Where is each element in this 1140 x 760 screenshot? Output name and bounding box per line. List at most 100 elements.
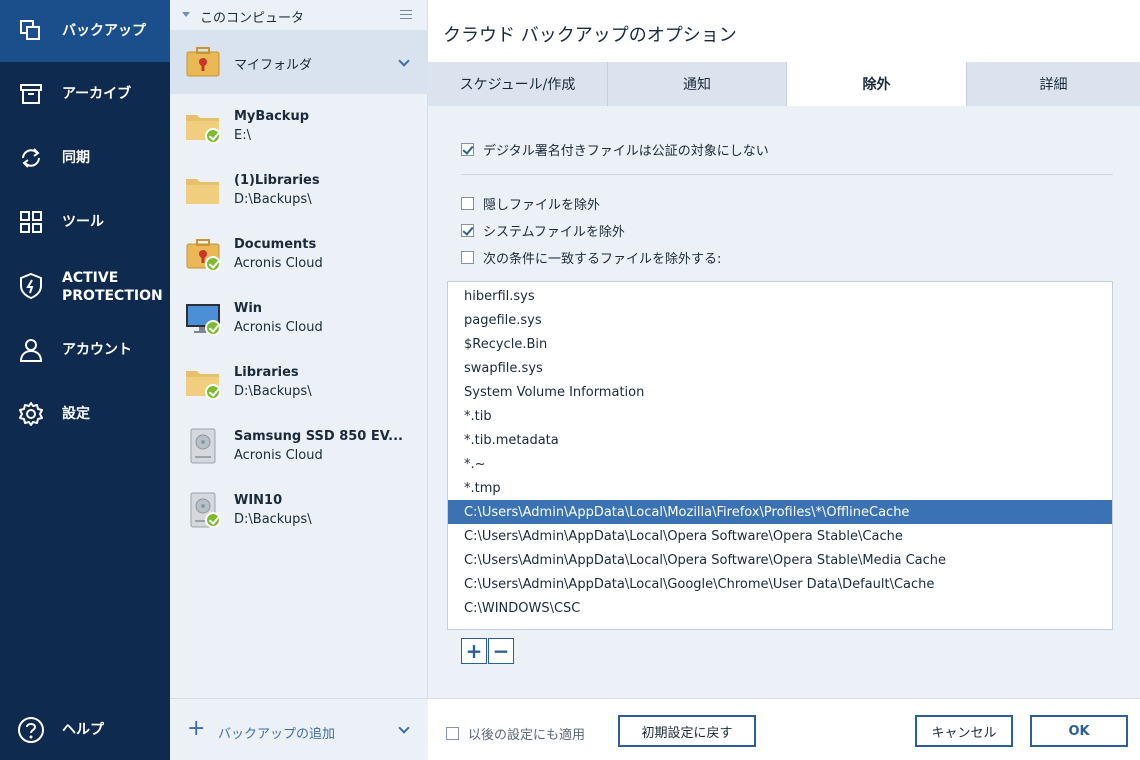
add-exclusion-button[interactable]: + xyxy=(461,638,487,664)
disk-icon xyxy=(185,492,221,528)
nav-label: 同期 xyxy=(62,150,90,166)
nav-item-backup[interactable]: バックアップ xyxy=(0,0,170,62)
nav-item-account[interactable]: アカウント xyxy=(0,319,170,381)
divider xyxy=(461,174,1113,175)
list-item[interactable]: pagefile.sys xyxy=(448,308,1112,332)
backup-item[interactable]: Samsung SSD 850 EV... Acronis Cloud xyxy=(170,414,428,478)
list-item[interactable]: C:\Users\Admin\AppData\Local\Opera Softw… xyxy=(448,548,1112,572)
ok-button[interactable]: OK xyxy=(1030,715,1128,747)
nav-label: ツール xyxy=(62,214,104,230)
tab-notifications[interactable]: 通知 xyxy=(608,62,787,106)
nav-label: バックアップ xyxy=(62,23,146,39)
tab-advanced[interactable]: 詳細 xyxy=(967,62,1140,106)
briefcase-icon xyxy=(185,44,221,80)
list-item[interactable]: *.~ xyxy=(448,452,1112,476)
backup-item[interactable]: Libraries D:\Backups\ xyxy=(170,350,428,414)
list-item[interactable]: *.tib xyxy=(448,404,1112,428)
collapse-triangle-icon[interactable] xyxy=(182,12,190,17)
backup-item[interactable]: WIN10 D:\Backups\ xyxy=(170,478,428,542)
list-item[interactable]: *.tib.metadata xyxy=(448,428,1112,452)
exclude-hidden-option[interactable]: 隠しファイルを除外 xyxy=(461,194,600,213)
tab-exclusions[interactable]: 除外 xyxy=(787,62,967,106)
nav-item-archive[interactable]: アーカイブ xyxy=(0,63,170,125)
digital-signed-checkbox[interactable] xyxy=(461,143,474,156)
list-item[interactable]: swapfile.sys xyxy=(448,356,1112,380)
exclude-system-checkbox[interactable] xyxy=(461,224,474,237)
options-tabs: スケジュール/作成 通知 除外 詳細 xyxy=(428,62,1140,106)
monitor-icon xyxy=(185,300,221,336)
nav-label: アーカイブ xyxy=(62,86,132,102)
backup-location: Acronis Cloud xyxy=(234,448,323,463)
gear-icon xyxy=(17,400,45,428)
backup-location: D:\Backups\ xyxy=(234,512,312,527)
backup-location: D:\Backups\ xyxy=(234,384,312,399)
add-backup-label: バックアップの追加 xyxy=(218,727,336,742)
list-item[interactable]: *.tmp xyxy=(448,476,1112,500)
apply-future-label: 以後の設定にも適用 xyxy=(468,728,586,743)
backup-item[interactable]: マイフォルダ xyxy=(170,30,428,94)
apply-future-checkbox[interactable] xyxy=(446,727,459,740)
backup-name: Documents xyxy=(234,237,317,252)
list-item[interactable]: C:\Users\Admin\AppData\Local\Opera Softw… xyxy=(448,524,1112,548)
apply-future-option[interactable]: 以後の設定にも適用 xyxy=(446,724,585,743)
exclude-criteria-checkbox[interactable] xyxy=(461,251,474,264)
backup-name: MyBackup xyxy=(234,109,310,124)
digital-signed-label: デジタル署名付きファイルは公証の対象にしない xyxy=(483,144,769,159)
nav-item-tools[interactable]: ツール xyxy=(0,191,170,253)
list-item[interactable]: hiberfil.sys xyxy=(448,284,1112,308)
nav-label-line2: PROTECTION xyxy=(62,288,163,304)
chevron-down-icon[interactable] xyxy=(398,722,410,734)
backup-name: Samsung SSD 850 EV... xyxy=(234,429,403,444)
backup-location: Acronis Cloud xyxy=(234,320,323,335)
nav-item-active-protection[interactable]: ACTIVE PROTECTION xyxy=(0,255,170,317)
chevron-down-icon[interactable] xyxy=(398,55,410,67)
page-title: クラウド バックアップのオプション xyxy=(443,25,737,46)
shield-icon xyxy=(17,272,45,300)
list-item[interactable]: System Volume Information xyxy=(448,380,1112,404)
nav-label-line1: ACTIVE xyxy=(62,270,119,286)
cancel-button[interactable]: キャンセル xyxy=(915,715,1013,747)
backup-item[interactable]: (1)Libraries D:\Backups\ xyxy=(170,158,428,222)
remove-exclusion-button[interactable]: − xyxy=(488,638,514,664)
nav-item-help[interactable]: ヘルプ xyxy=(0,700,170,760)
nav-item-settings[interactable]: 設定 xyxy=(0,383,170,445)
backup-list-header[interactable]: このコンピュータ xyxy=(170,0,428,30)
exclude-system-label: システムファイルを除外 xyxy=(483,225,625,240)
exclude-hidden-checkbox[interactable] xyxy=(461,197,474,210)
backup-name: WIN10 xyxy=(234,493,283,508)
backup-location: D:\Backups\ xyxy=(234,192,312,207)
backup-item[interactable]: Win Acronis Cloud xyxy=(170,286,428,350)
backup-icon xyxy=(17,17,45,45)
backup-item[interactable]: MyBackup E:\ xyxy=(170,94,428,158)
backup-list-panel: このコンピュータ マイフォルダ MyBackup E:\ (1)Librarie… xyxy=(170,0,428,760)
backup-name: Libraries xyxy=(234,365,299,380)
exclusion-list[interactable]: hiberfil.sys pagefile.sys $Recycle.Bin s… xyxy=(447,281,1113,630)
list-item-selected[interactable]: C:\Users\Admin\AppData\Local\Mozilla\Fir… xyxy=(448,500,1112,524)
reset-defaults-button[interactable]: 初期設定に戻す xyxy=(618,715,756,747)
menu-icon[interactable] xyxy=(400,10,412,19)
check-badge-icon xyxy=(205,128,221,144)
check-badge-icon xyxy=(205,256,221,272)
folder-icon xyxy=(185,364,221,400)
exclude-system-option[interactable]: システムファイルを除外 xyxy=(461,221,625,240)
backup-name: マイフォルダ xyxy=(234,58,313,73)
check-badge-icon xyxy=(205,512,221,528)
check-badge-icon xyxy=(205,384,221,400)
add-backup-button[interactable]: + バックアップの追加 xyxy=(170,698,428,760)
tools-icon xyxy=(17,208,45,236)
backup-location: E:\ xyxy=(234,128,251,143)
list-item[interactable]: C:\Users\Admin\AppData\Local\Google\Chro… xyxy=(448,572,1112,596)
backup-name: Win xyxy=(234,301,263,316)
digital-signed-option[interactable]: デジタル署名付きファイルは公証の対象にしない xyxy=(461,140,769,159)
exclude-hidden-label: 隠しファイルを除外 xyxy=(483,198,601,213)
exclude-criteria-option[interactable]: 次の条件に一致するファイルを除外する: xyxy=(461,248,721,267)
list-item[interactable]: $Recycle.Bin xyxy=(448,332,1112,356)
tab-schedule[interactable]: スケジュール/作成 xyxy=(428,62,608,106)
backup-location: Acronis Cloud xyxy=(234,256,323,271)
exclude-criteria-label: 次の条件に一致するファイルを除外する: xyxy=(483,252,722,267)
backup-item[interactable]: Documents Acronis Cloud xyxy=(170,222,428,286)
nav-label: アカウント xyxy=(62,342,132,358)
nav-item-sync[interactable]: 同期 xyxy=(0,127,170,189)
list-item[interactable]: C:\WINDOWS\CSC xyxy=(448,596,1112,620)
main-nav: バックアップ アーカイブ 同期 ツール ACTIVE PROTECTION アカ… xyxy=(0,0,170,760)
